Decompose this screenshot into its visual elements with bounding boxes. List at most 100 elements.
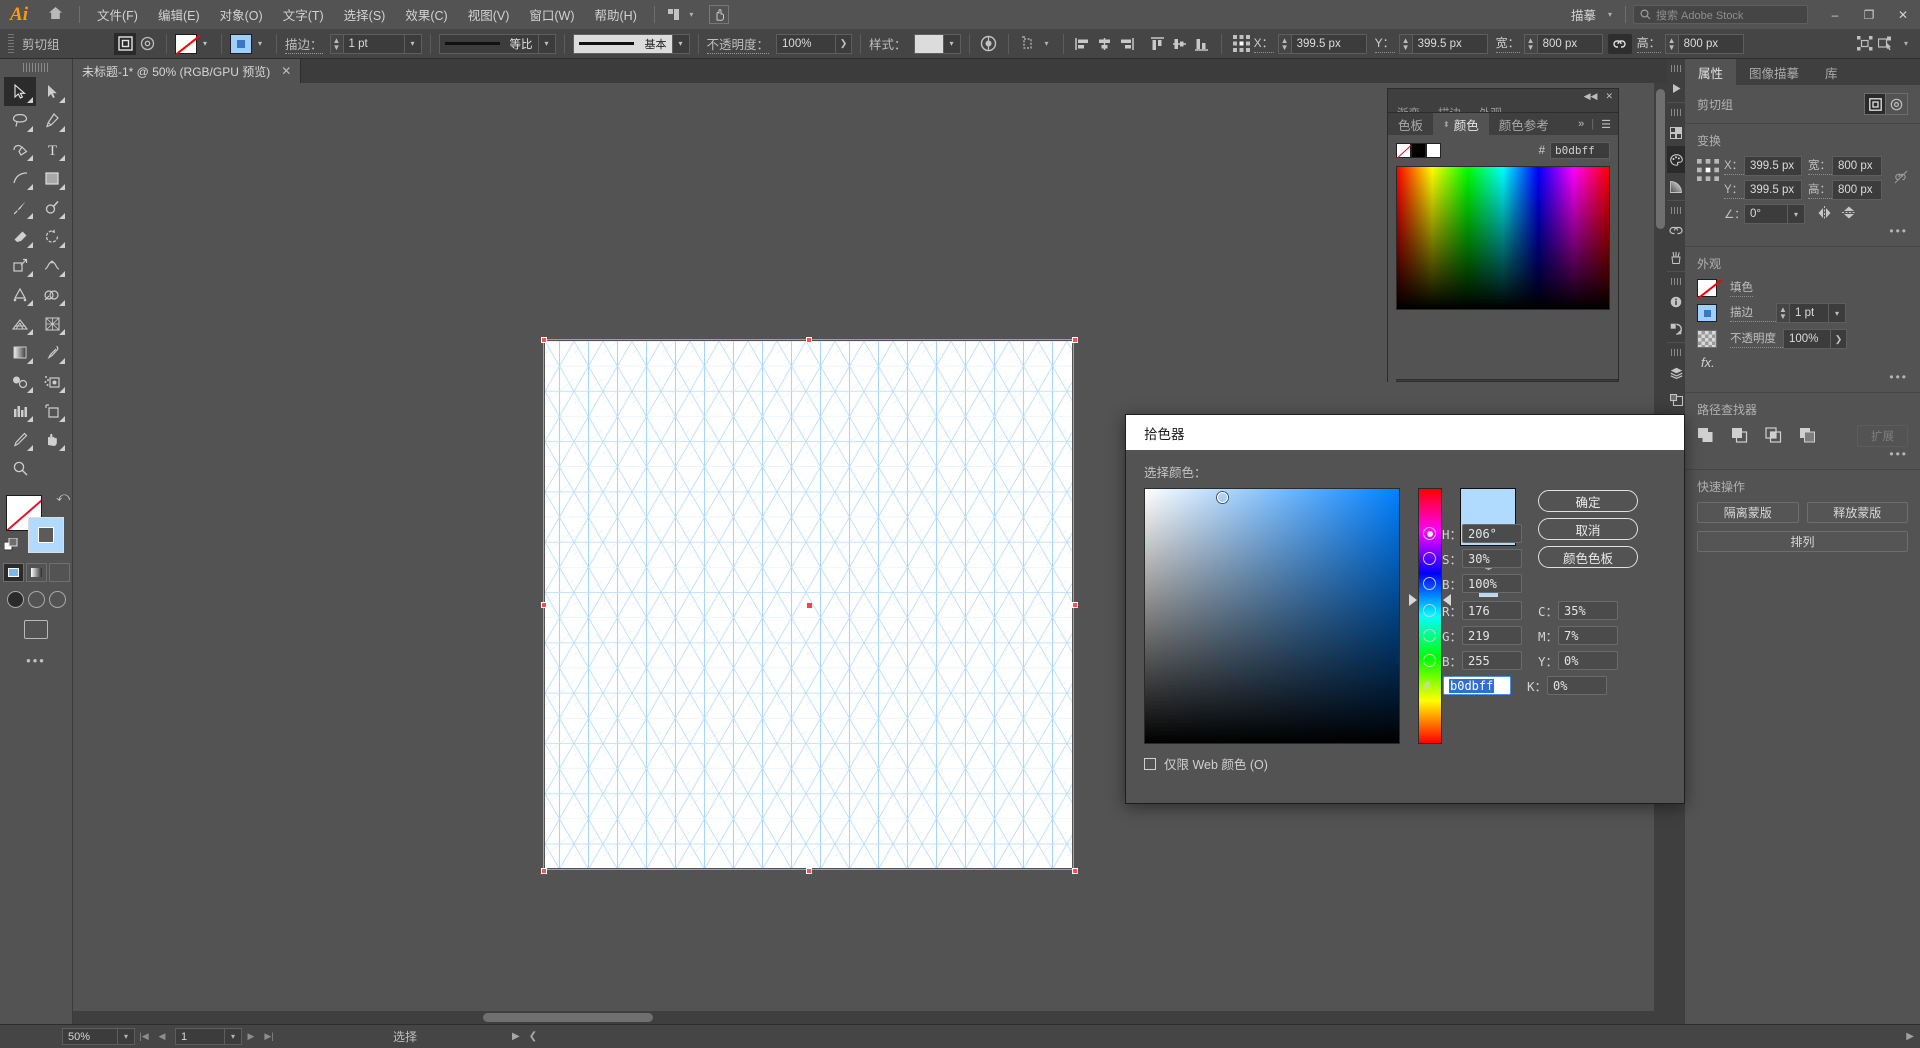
appearance-opacity-value[interactable]: 100% (1783, 329, 1831, 349)
release-mask-action-button[interactable]: 释放蒙版 (1806, 502, 1908, 523)
touch-workspace-button[interactable] (709, 5, 730, 24)
stroke-swatch[interactable] (230, 33, 252, 54)
draw-inside-button[interactable] (48, 591, 66, 608)
radio-blue[interactable] (1423, 654, 1436, 667)
artboard[interactable] (545, 341, 1072, 868)
control-h-stepper[interactable]: ▲ ▼ (1664, 33, 1678, 54)
rail-grip-2[interactable] (1670, 109, 1682, 116)
links-icon[interactable] (1667, 217, 1685, 244)
value-saturation[interactable]: 30% (1462, 549, 1522, 568)
arrange-action-button[interactable]: 排列 (1697, 531, 1908, 552)
arrange-documents-button[interactable]: ▾ (662, 9, 706, 20)
window-close-button[interactable]: ✕ (1886, 0, 1920, 29)
ok-button[interactable]: 确定 (1538, 490, 1638, 512)
collapse-panel-icon[interactable]: ◀◀ (1584, 91, 1598, 102)
stroke-dropdown-chevron-icon[interactable]: ▾ (252, 33, 268, 54)
isolate-mask-toggle[interactable] (114, 32, 136, 55)
value-yellow[interactable]: 0% (1558, 651, 1618, 670)
pathfinder-more-button[interactable]: ••• (1697, 447, 1908, 461)
prop-angle-dropdown-icon[interactable]: ▾ (1788, 204, 1805, 224)
stock-search-input[interactable]: 搜索 Adobe Stock (1633, 5, 1808, 24)
color-picker-saturation-field[interactable] (1144, 488, 1400, 744)
selection-handle-bl[interactable] (541, 868, 547, 874)
flip-vertical-icon[interactable] (1842, 205, 1856, 223)
home-icon[interactable] (38, 6, 72, 23)
select-similar-button[interactable] (1854, 33, 1876, 55)
target-prop-button[interactable] (1886, 93, 1908, 115)
shape-builder-tool[interactable] (36, 280, 68, 309)
opacity-value[interactable]: 100% (776, 33, 837, 54)
color-mode-none-button[interactable] (48, 563, 70, 582)
lasso-tool[interactable] (4, 106, 36, 135)
workspace-switcher[interactable]: 描摹 (1565, 5, 1602, 24)
canvas-horizontal-scroll-thumb[interactable] (483, 1013, 653, 1022)
stroke-weight-stepper[interactable]: ▲ ▼ (329, 33, 343, 54)
tab-image-trace[interactable]: 图像描摹 (1736, 59, 1812, 85)
menu-item-effect[interactable]: 效果(C) (395, 1, 457, 28)
draw-behind-button[interactable] (27, 591, 45, 608)
fill-swatch[interactable] (175, 33, 197, 54)
hex-input[interactable]: b0dbff (1443, 676, 1511, 695)
status-scroll-right-icon[interactable]: ▶ (1906, 1031, 1914, 1042)
prop-x-value[interactable]: 399.5 px (1744, 156, 1802, 176)
canvas-vertical-scroll-thumb[interactable] (1656, 89, 1665, 229)
canvas-horizontal-scrollbar[interactable] (73, 1011, 1654, 1024)
appearance-stroke-dropdown-icon[interactable]: ▾ (1829, 303, 1846, 323)
color-panel-collapse-icon[interactable]: » (1578, 118, 1584, 130)
value-green[interactable]: 219 (1462, 626, 1522, 645)
curvature-tool[interactable] (4, 135, 36, 164)
select-menu-chevron-icon[interactable]: ▾ (1898, 39, 1914, 48)
prop-w-value[interactable]: 800 px (1832, 156, 1882, 176)
prop-y-value[interactable]: 399.5 px (1744, 180, 1802, 200)
appearance-stroke-swatch[interactable] (1697, 304, 1717, 322)
pathfinder-exclude-icon[interactable] (1799, 427, 1816, 446)
color-panel-none-swatch[interactable] (1396, 143, 1411, 158)
value-black[interactable]: 0% (1547, 676, 1607, 695)
opacity-flyout-icon[interactable]: ❯ (836, 33, 853, 54)
pathfinder-intersect-icon[interactable] (1765, 426, 1782, 446)
align-left-button[interactable] (1072, 33, 1094, 55)
control-x-stepper[interactable]: ▲ ▼ (1277, 33, 1291, 54)
screen-mode-button[interactable] (24, 620, 48, 639)
link-dimensions-prop-icon[interactable] (1894, 156, 1908, 187)
color-panel-white-swatch[interactable] (1426, 143, 1441, 158)
control-bar-grip[interactable] (8, 33, 14, 54)
eraser-tool[interactable] (4, 222, 36, 251)
select-menu-button[interactable] (1876, 33, 1898, 55)
rail-grip-5[interactable] (1670, 349, 1682, 356)
tab-color-guide[interactable]: 颜色参考 (1489, 113, 1559, 135)
transform-options-button[interactable] (1017, 33, 1039, 55)
brush-definition-selector[interactable]: 基本 (572, 33, 673, 54)
tab-swatches[interactable]: 色板 (1388, 113, 1433, 135)
document-tab-close-icon[interactable]: ✕ (281, 64, 291, 78)
tab-color[interactable]: ⬍ 颜色 (1433, 113, 1489, 135)
value-blue[interactable]: 255 (1462, 651, 1522, 670)
artboard-number-input[interactable]: 1 (175, 1028, 225, 1045)
free-transform-tool[interactable] (4, 280, 36, 309)
column-graph-tool[interactable] (4, 396, 36, 425)
workspace-chevron-icon[interactable]: ▾ (1602, 10, 1618, 19)
value-cyan[interactable]: 35% (1558, 601, 1618, 620)
radio-red[interactable] (1423, 604, 1436, 617)
zoom-tool[interactable] (4, 454, 36, 483)
link-dimensions-icon[interactable] (1607, 33, 1632, 54)
mesh-tool[interactable] (36, 309, 68, 338)
rail-grip-1[interactable] (1670, 65, 1682, 72)
control-h-value[interactable]: 800 px (1677, 33, 1744, 54)
align-right-button[interactable] (1116, 33, 1138, 55)
previous-artboard-button[interactable]: ◀ (153, 1028, 171, 1045)
rotate-tool[interactable] (36, 222, 68, 251)
shaper-tool[interactable] (36, 193, 68, 222)
isolate-mask-prop-button[interactable] (1864, 93, 1886, 115)
blend-tool[interactable] (4, 367, 36, 396)
menu-item-object[interactable]: 对象(O) (210, 1, 273, 28)
swap-fill-stroke-icon[interactable]: ⤺ (56, 489, 70, 505)
default-fill-stroke-icon[interactable] (3, 537, 18, 555)
target-toggle[interactable] (136, 33, 158, 55)
eyedropper-tool[interactable] (36, 338, 68, 367)
menu-item-help[interactable]: 帮助(H) (585, 1, 647, 28)
selection-handle-mr[interactable] (1072, 602, 1078, 608)
appearance-fx-button[interactable]: fx. (1697, 355, 1908, 370)
rectangle-tool[interactable] (36, 164, 68, 193)
status-play-icon[interactable]: ▶ (512, 1031, 520, 1042)
